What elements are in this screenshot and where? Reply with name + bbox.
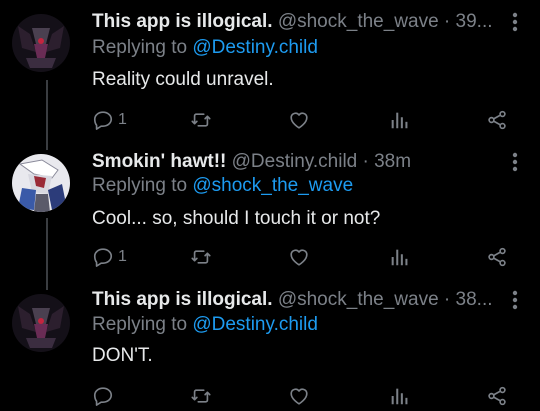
like-icon xyxy=(290,112,308,129)
avatar[interactable] xyxy=(12,294,70,352)
tweet-header: Smokin' hawt!! @Destiny.child · 38m xyxy=(92,150,510,174)
handle-time: @shock_the_wave · 38... xyxy=(277,289,493,310)
tweet-text: Reality could unravel. xyxy=(92,69,274,90)
avatar[interactable] xyxy=(12,154,70,212)
tweet-header: This app is illogical. @shock_the_wave ·… xyxy=(92,10,510,34)
tweet-actions: 1 xyxy=(92,107,522,133)
share-icon xyxy=(488,247,506,267)
analytics-button[interactable] xyxy=(388,107,410,133)
replying-to-label: Replying to xyxy=(92,175,188,196)
analytics-button[interactable] xyxy=(388,383,410,409)
tweet[interactable]: This app is illogical. @shock_the_wave ·… xyxy=(0,280,540,411)
reply-button[interactable]: 1 xyxy=(92,107,127,133)
more-icon[interactable] xyxy=(512,152,518,175)
reply-count: 1 xyxy=(118,111,127,128)
avatar[interactable] xyxy=(12,14,70,72)
tweet[interactable]: Smokin' hawt!! @Destiny.child · 38m Repl… xyxy=(0,140,540,280)
retweet-button[interactable] xyxy=(190,383,212,409)
thread-line xyxy=(46,80,48,140)
reply-button[interactable] xyxy=(92,383,118,409)
reply-icon xyxy=(93,111,113,130)
thread-line xyxy=(46,280,48,290)
analytics-icon xyxy=(391,112,408,129)
retweet-icon xyxy=(191,250,211,264)
tweet-text: DON'T. xyxy=(92,345,153,366)
reply-icon xyxy=(93,248,113,267)
tweet-actions: 1 xyxy=(92,244,522,270)
mention-link[interactable]: @shock_the_wave xyxy=(192,175,353,196)
tweet-text: Cool... so, should I touch it or not? xyxy=(92,208,381,229)
display-name[interactable]: Smokin' hawt!! xyxy=(92,151,226,172)
replying-to-label: Replying to xyxy=(92,314,188,335)
like-button[interactable] xyxy=(288,107,310,133)
tweet-thread: This app is illogical. @shock_the_wave ·… xyxy=(0,0,540,411)
replying-to: Replying to @shock_the_wave xyxy=(92,174,353,198)
like-button[interactable] xyxy=(288,244,310,270)
handle-time: @Destiny.child · 38m xyxy=(231,151,412,172)
thread-line xyxy=(46,218,48,280)
mention-link[interactable]: @Destiny.child xyxy=(192,37,318,58)
tweet-actions xyxy=(92,383,522,409)
reply-button[interactable]: 1 xyxy=(92,244,127,270)
more-icon[interactable] xyxy=(512,290,518,313)
mention-link[interactable]: @Destiny.child xyxy=(192,314,318,335)
retweet-button[interactable] xyxy=(190,244,212,270)
more-icon[interactable] xyxy=(512,12,518,35)
retweet-button[interactable] xyxy=(190,107,212,133)
replying-to-label: Replying to xyxy=(92,37,188,58)
share-button[interactable] xyxy=(486,107,508,133)
retweet-icon xyxy=(191,389,211,403)
reply-icon xyxy=(93,387,113,406)
like-icon xyxy=(290,249,308,266)
share-button[interactable] xyxy=(486,383,508,409)
display-name[interactable]: This app is illogical. xyxy=(92,289,273,310)
like-icon xyxy=(290,388,308,405)
replying-to: Replying to @Destiny.child xyxy=(92,313,318,337)
like-button[interactable] xyxy=(288,383,310,409)
reply-count: 1 xyxy=(118,248,127,265)
thread-line xyxy=(46,140,48,150)
handle-time: @shock_the_wave · 39... xyxy=(277,11,493,32)
analytics-icon xyxy=(391,249,408,266)
share-icon xyxy=(488,110,506,130)
tweet[interactable]: This app is illogical. @shock_the_wave ·… xyxy=(0,0,540,140)
share-button[interactable] xyxy=(486,244,508,270)
display-name[interactable]: This app is illogical. xyxy=(92,11,273,32)
share-icon xyxy=(488,386,506,406)
tweet-header: This app is illogical. @shock_the_wave ·… xyxy=(92,288,510,312)
replying-to: Replying to @Destiny.child xyxy=(92,36,318,60)
retweet-icon xyxy=(191,113,211,127)
analytics-icon xyxy=(391,388,408,405)
analytics-button[interactable] xyxy=(388,244,410,270)
